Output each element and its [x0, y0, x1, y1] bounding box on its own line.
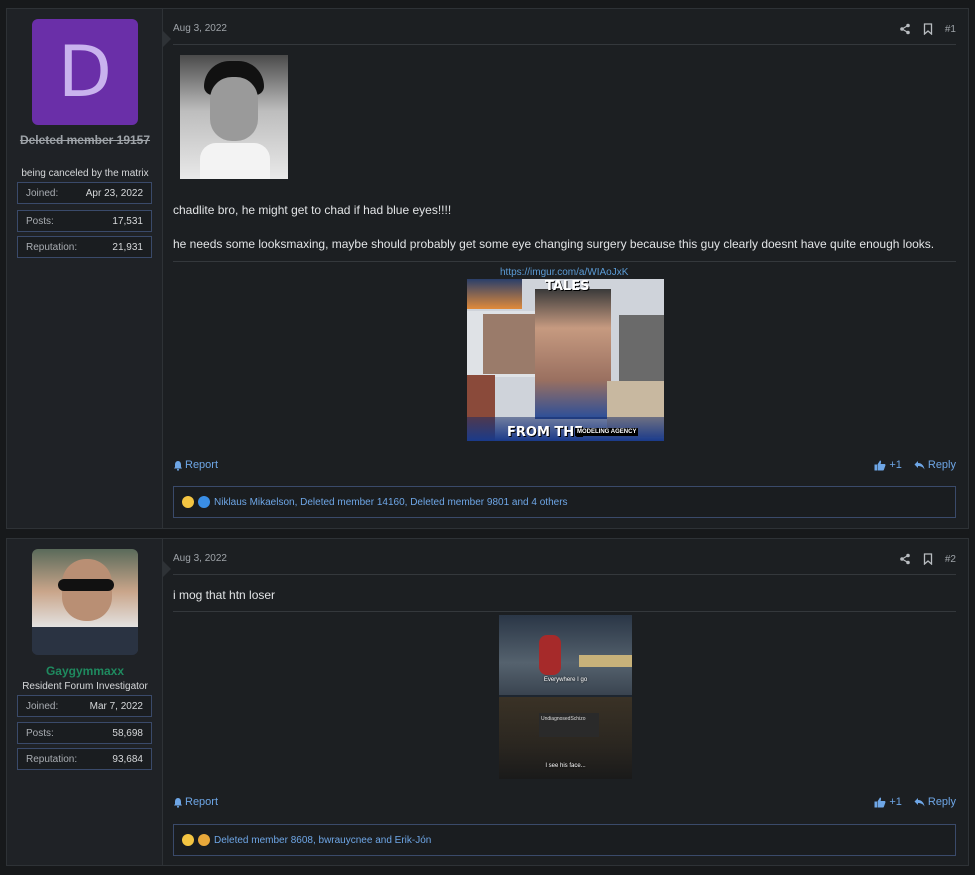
meme-caption-top: Everywhere I go	[543, 677, 588, 683]
bell-icon	[174, 797, 182, 808]
report-label: Report	[185, 796, 219, 808]
post-image-collage[interactable]: TALES FROM THE MODELING AGENCY	[467, 279, 664, 441]
stat-posts: Posts: 58,698	[17, 722, 152, 744]
laugh-emoji-icon	[182, 496, 194, 508]
post-number[interactable]: #2	[945, 554, 956, 565]
post-tools: #1	[899, 23, 956, 35]
bell-icon	[174, 460, 182, 471]
stat-value: 93,684	[112, 753, 143, 765]
post-text: he needs some looksmaxing, maybe should …	[173, 237, 935, 251]
reactions-list[interactable]: Deleted member 8608, bwrauycnee and Erik…	[214, 835, 431, 846]
post-date[interactable]: Aug 3, 2022	[173, 553, 227, 564]
thumbs-up-icon	[874, 460, 886, 470]
post-date[interactable]: Aug 3, 2022	[173, 23, 227, 34]
post-body: Aug 3, 2022 #1 chadlite bro, he might ge…	[173, 9, 956, 528]
like-count: +1	[889, 796, 902, 808]
user-title: Resident Forum Investigator	[22, 681, 148, 692]
post-actions-right: +1 Reply	[874, 796, 956, 808]
divider	[173, 261, 956, 262]
reactions-bar[interactable]: Deleted member 8608, bwrauycnee and Erik…	[173, 824, 956, 856]
reply-icon	[914, 798, 925, 807]
user-title: being canceled by the matrix	[21, 168, 149, 179]
laugh-emoji-icon	[182, 834, 194, 846]
collage-badge: MODELING AGENCY	[575, 428, 639, 436]
post-number[interactable]: #1	[945, 24, 956, 35]
post-meta: Aug 3, 2022 #2	[173, 553, 956, 575]
stat-label: Reputation:	[26, 753, 78, 765]
stat-value: Mar 7, 2022	[89, 700, 143, 712]
post-actions: Report +1 Reply	[173, 796, 956, 812]
confused-emoji-icon	[198, 834, 210, 846]
bookmark-icon[interactable]	[923, 23, 933, 35]
stat-label: Posts:	[26, 727, 54, 739]
reply-button[interactable]: Reply	[914, 459, 956, 471]
stat-value: 21,931	[112, 241, 143, 253]
reactions-bar[interactable]: Niklaus Mikaelson, Deleted member 14160,…	[173, 486, 956, 518]
stat-joined: Joined: Apr 23, 2022	[17, 182, 152, 204]
stat-value: 58,698	[112, 727, 143, 739]
share-icon[interactable]	[899, 23, 911, 35]
meme-caption-bottom: I see his face...	[545, 763, 586, 769]
panel-arrow	[163, 561, 171, 577]
user-panel: Gaygymmaxx Resident Forum Investigator J…	[7, 539, 171, 865]
post-2: Gaygymmaxx Resident Forum Investigator J…	[6, 538, 969, 866]
share-icon[interactable]	[899, 553, 911, 565]
username[interactable]: Gaygymmaxx	[7, 663, 163, 680]
stat-posts: Posts: 17,531	[17, 210, 152, 232]
like-count: +1	[889, 459, 902, 471]
post-actions-right: +1 Reply	[874, 459, 956, 471]
avatar-letter: D	[58, 31, 112, 113]
stat-label: Reputation:	[26, 241, 78, 253]
post-actions: Report +1 Reply	[173, 459, 956, 475]
avatar[interactable]	[32, 549, 138, 655]
like-button[interactable]: +1	[874, 459, 902, 471]
post-body: Aug 3, 2022 #2 i mog that htn loser Ever…	[173, 539, 956, 865]
stat-joined: Joined: Mar 7, 2022	[17, 695, 152, 717]
stat-reputation: Reputation: 93,684	[17, 748, 152, 770]
reply-label: Reply	[927, 459, 956, 471]
report-button[interactable]: Report	[173, 459, 218, 471]
thumbs-up-icon	[874, 797, 886, 807]
user-panel: D Deleted member 19157 being canceled by…	[7, 9, 171, 528]
stat-value: Apr 23, 2022	[85, 187, 143, 199]
reply-button[interactable]: Reply	[914, 796, 956, 808]
stat-value: 17,531	[112, 215, 143, 227]
stat-reputation: Reputation: 21,931	[17, 236, 152, 258]
like-emoji-icon	[198, 496, 210, 508]
post-image-meme[interactable]: Everywhere I go UndiagnosedSchizo I see …	[499, 615, 632, 779]
reactions-list[interactable]: Niklaus Mikaelson, Deleted member 14160,…	[214, 497, 568, 508]
report-button[interactable]: Report	[173, 796, 218, 808]
collage-text-bottom: FROM THE	[507, 425, 584, 440]
reply-icon	[914, 461, 925, 470]
post-image-portrait[interactable]	[180, 55, 288, 179]
report-label: Report	[185, 459, 219, 471]
post-tools: #2	[899, 553, 956, 565]
post-text: i mog that htn loser	[173, 588, 276, 602]
post-meta: Aug 3, 2022 #1	[173, 23, 956, 45]
post-1: D Deleted member 19157 being canceled by…	[6, 8, 969, 529]
meme-caption-handle: UndiagnosedSchizo	[541, 716, 586, 722]
bookmark-icon[interactable]	[923, 553, 933, 565]
stat-label: Joined:	[26, 187, 59, 199]
collage-text-top: TALES	[545, 279, 590, 294]
imgur-link[interactable]: https://imgur.com/a/WIAoJxK	[500, 267, 628, 278]
reply-label: Reply	[927, 796, 956, 808]
avatar[interactable]: D	[32, 19, 138, 125]
panel-arrow	[163, 31, 171, 47]
divider	[173, 611, 956, 612]
post-text: chadlite bro, he might get to chad if ha…	[173, 203, 452, 217]
stat-label: Joined:	[26, 700, 59, 712]
like-button[interactable]: +1	[874, 796, 902, 808]
stat-label: Posts:	[26, 215, 54, 227]
username[interactable]: Deleted member 19157	[7, 132, 163, 149]
